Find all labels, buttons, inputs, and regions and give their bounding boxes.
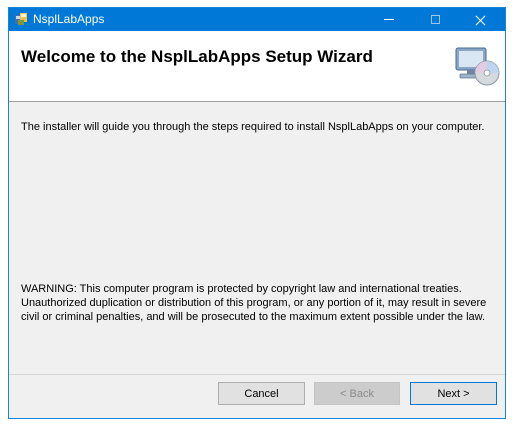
installer-window: NsplLabApps Welcome to the NsplLabApps S… [8,7,506,419]
next-button[interactable]: Next > [410,382,497,405]
installer-app-icon [15,13,27,25]
title-bar[interactable]: NsplLabApps [9,8,505,31]
back-button[interactable]: < Back [314,382,400,405]
footer-divider [9,374,505,375]
window-title: NsplLabApps [33,12,105,26]
copyright-warning: WARNING: This computer program is protec… [21,283,487,323]
minimize-button[interactable] [366,8,412,31]
maximize-button[interactable] [412,8,458,31]
cancel-button[interactable]: Cancel [218,382,305,405]
close-button[interactable] [458,8,504,31]
computer-cd-icon [455,47,500,86]
intro-text: The installer will guide you through the… [21,121,485,133]
close-icon [476,15,486,25]
minimize-icon [384,19,394,20]
maximize-icon [430,15,440,24]
wizard-title: Welcome to the NsplLabApps Setup Wizard [21,47,373,66]
wizard-banner: Welcome to the NsplLabApps Setup Wizard [9,31,505,102]
